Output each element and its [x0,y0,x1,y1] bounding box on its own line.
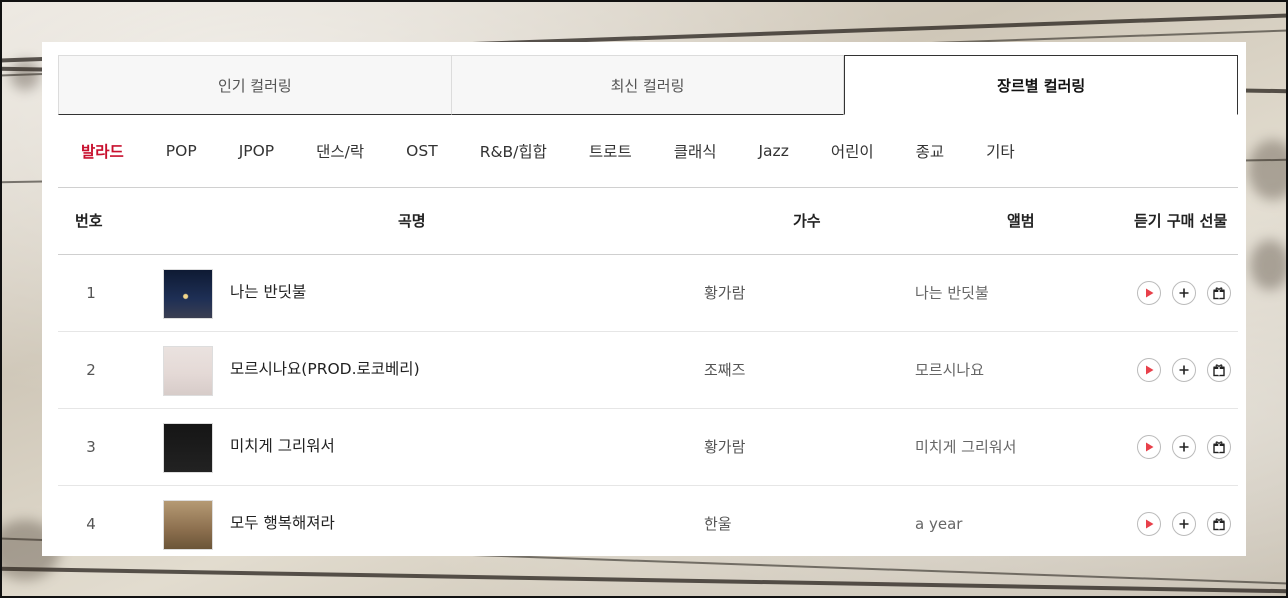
play-button[interactable] [1137,435,1161,459]
add-button[interactable] [1172,512,1196,536]
artist-name[interactable]: 한울 [704,486,732,563]
play-icon [1146,442,1154,452]
genre-pop[interactable]: POP [166,142,197,160]
album-name[interactable]: 모르시나요 [915,332,984,409]
row-number: 1 [86,284,96,302]
genre-etc[interactable]: 기타 [986,140,1015,162]
header-actions: 듣기 구매 선물 [1134,212,1228,230]
table-row: 3 미치게 그리워서 황가람 미치게 그리워서 [58,409,1238,486]
plus-icon [1179,365,1189,375]
genre-rnb-hiphop[interactable]: R&B/힙합 [480,140,547,162]
gift-icon [1213,287,1225,300]
header-title: 곡명 [398,212,426,230]
genre-jpop[interactable]: JPOP [239,142,274,160]
album-name[interactable]: a year [915,486,962,563]
genre-kids[interactable]: 어린이 [831,140,874,162]
artist-name[interactable]: 황가람 [704,255,745,332]
genre-classic[interactable]: 클래식 [674,140,717,162]
album-thumbnail[interactable] [163,500,213,550]
genre-jazz[interactable]: Jazz [758,142,788,160]
table-row: 1 나는 반딧불 황가람 나는 반딧불 [58,255,1238,332]
gift-button[interactable] [1207,281,1231,305]
song-title[interactable]: 모르시나요(PROD.로코베리) [230,332,420,407]
table-row: 2 모르시나요(PROD.로코베리) 조째즈 모르시나요 [58,332,1238,409]
play-button[interactable] [1137,512,1161,536]
genre-ballad[interactable]: 발라드 [81,140,124,162]
header-num: 번호 [75,212,103,230]
genre-dance-rock[interactable]: 댄스/락 [316,140,364,162]
tab-genre[interactable]: 장르별 컬러링 [844,55,1239,115]
add-button[interactable] [1172,435,1196,459]
tab-bar: 인기 컬러링 최신 컬러링 장르별 컬러링 [58,55,1239,115]
genre-filter-bar: 발라드 POP JPOP 댄스/락 OST R&B/힙합 트로트 클래식 Jaz… [58,115,1238,188]
play-icon [1146,288,1154,298]
gift-icon [1213,364,1225,377]
plus-icon [1179,519,1189,529]
gift-button[interactable] [1207,358,1231,382]
add-button[interactable] [1172,281,1196,305]
add-button[interactable] [1172,358,1196,382]
tab-popular[interactable]: 인기 컬러링 [58,55,452,115]
artist-name[interactable]: 조째즈 [704,332,745,409]
song-title[interactable]: 모두 행복해져라 [230,486,335,561]
plus-icon [1179,288,1189,298]
genre-trot[interactable]: 트로트 [589,140,632,162]
album-thumbnail[interactable] [163,346,213,396]
gift-icon [1213,518,1225,531]
album-name[interactable]: 나는 반딧불 [915,255,989,332]
artist-name[interactable]: 황가람 [704,409,745,486]
tab-latest[interactable]: 최신 컬러링 [451,55,845,115]
header-artist: 가수 [793,212,821,230]
header-album: 앨범 [1007,212,1035,230]
coloring-panel: 인기 컬러링 최신 컬러링 장르별 컬러링 발라드 POP JPOP 댄스/락 … [42,42,1246,556]
table-row: 4 모두 행복해져라 한울 a year [58,486,1238,563]
album-thumbnail[interactable] [163,423,213,473]
genre-ost[interactable]: OST [406,142,438,160]
song-title[interactable]: 나는 반딧불 [230,255,306,330]
album-thumbnail[interactable] [163,269,213,319]
play-button[interactable] [1137,281,1161,305]
genre-religion[interactable]: 종교 [916,140,945,162]
gift-icon [1213,441,1225,454]
row-number: 3 [86,438,96,456]
gift-button[interactable] [1207,435,1231,459]
gift-button[interactable] [1207,512,1231,536]
album-name[interactable]: 미치게 그리워서 [915,409,1016,486]
play-button[interactable] [1137,358,1161,382]
row-number: 2 [86,361,96,379]
play-icon [1146,365,1154,375]
table-header: 번호 곡명 가수 앨범 듣기 구매 선물 [58,188,1238,255]
row-number: 4 [86,515,96,533]
song-title[interactable]: 미치게 그리워서 [230,409,335,484]
play-icon [1146,519,1154,529]
plus-icon [1179,442,1189,452]
